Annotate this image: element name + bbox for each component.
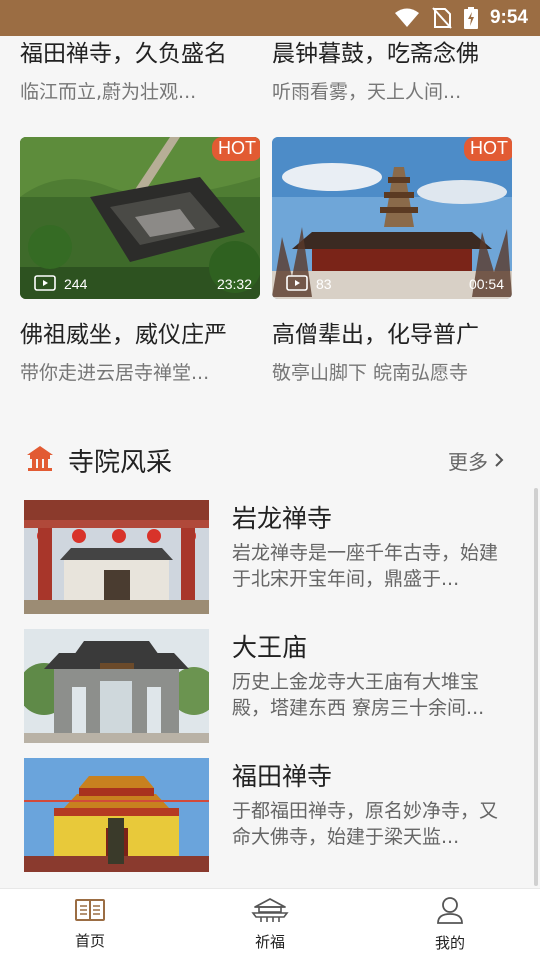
video-card[interactable]: 佛祖威坐，威仪庄严 带你走进云居寺禅堂... — [20, 319, 260, 387]
video-subtitle: 敬亭山脚下 皖南弘愿寺 — [272, 362, 469, 384]
bottom-tab-bar: 首页 祈福 我的 — [0, 888, 540, 960]
video-duration: 00:54 — [468, 276, 504, 292]
temple-image — [24, 629, 209, 743]
temple-image — [24, 500, 209, 614]
temple-image — [24, 758, 209, 872]
video-card[interactable]: 晨钟暮鼓，吃斋念佛 听雨看雾，天上人间... — [272, 38, 512, 106]
pray-temple-icon — [251, 897, 289, 927]
temple-description: 于都福田禅寺，原名妙净寺，又命大佛寺，始建于梁天监... — [232, 800, 499, 848]
temple-list-item[interactable]: 福田禅寺 于都福田禅寺，原名妙净寺，又命大佛寺，始建于梁天监... — [24, 758, 514, 872]
temple-list-item[interactable]: 岩龙禅寺 岩龙禅寺是一座千年古寺，始建于北宋开宝年间，鼎盛于... — [24, 500, 514, 614]
scroll-content[interactable]: 福田禅寺，久负盛名 临江而立,蔚为壮观... 晨钟暮鼓，吃斋念佛 听雨看雾，天上… — [0, 36, 540, 888]
no-sim-icon — [432, 7, 452, 29]
tab-label: 首页 — [74, 932, 105, 950]
video-subtitle: 听雨看雾，天上人间... — [272, 81, 462, 103]
hot-badge: HOT — [464, 137, 512, 161]
status-bar: 9:54 — [0, 0, 540, 36]
video-subtitle: 临江而立,蔚为壮观... — [20, 81, 197, 103]
temple-list-item[interactable]: 大王庙 历史上金龙寺大王庙有大堆宝殿，塔建东西 寮房三十余间... — [24, 629, 514, 743]
tab-label: 祈福 — [254, 933, 285, 951]
book-icon — [75, 898, 105, 926]
video-card[interactable]: 福田禅寺，久负盛名 临江而立,蔚为壮观... — [20, 38, 260, 106]
video-duration: 23:32 — [216, 276, 252, 292]
video-title: 高僧辈出，化导普广 — [272, 322, 479, 348]
section-header: 寺院风采 更多 — [0, 436, 540, 484]
battery-charging-icon — [463, 7, 478, 29]
view-count: 83 — [316, 276, 332, 292]
user-icon — [436, 896, 464, 928]
scrollbar[interactable] — [534, 488, 538, 886]
more-label: 更多 — [448, 450, 488, 474]
tab-pray[interactable]: 祈福 — [180, 889, 360, 960]
play-icon — [286, 274, 308, 294]
video-title: 晨钟暮鼓，吃斋念佛 — [272, 41, 479, 67]
temple-name: 大王庙 — [232, 633, 308, 662]
clock: 9:54 — [489, 7, 528, 28]
video-meta: 244 23:32 — [20, 269, 260, 299]
view-count: 244 — [64, 276, 88, 292]
play-icon — [34, 274, 56, 294]
tab-profile[interactable]: 我的 — [360, 889, 540, 960]
temple-description: 岩龙禅寺是一座千年古寺，始建于北宋开宝年间，鼎盛于... — [232, 542, 499, 590]
temple-name: 岩龙禅寺 — [232, 504, 333, 533]
temple-name: 福田禅寺 — [232, 762, 333, 791]
video-meta: 83 00:54 — [272, 269, 512, 299]
temple-icon — [26, 445, 54, 475]
video-subtitle: 带你走进云居寺禅堂... — [20, 362, 210, 384]
tab-label: 我的 — [434, 934, 465, 952]
video-thumbnail[interactable]: HOT 244 23:32 — [20, 137, 260, 299]
more-link[interactable]: 更多 — [448, 446, 504, 475]
chevron-right-icon — [494, 449, 504, 473]
video-thumbnail[interactable]: HOT 83 00:54 — [272, 137, 512, 299]
section-title: 寺院风采 — [68, 447, 173, 478]
wifi-icon — [394, 8, 420, 28]
temple-description: 历史上金龙寺大王庙有大堆宝殿，塔建东西 寮房三十余间... — [232, 671, 485, 719]
video-title: 佛祖威坐，威仪庄严 — [20, 322, 227, 348]
video-card[interactable]: 高僧辈出，化导普广 敬亭山脚下 皖南弘愿寺 — [272, 319, 512, 387]
hot-badge: HOT — [212, 137, 260, 161]
video-title: 福田禅寺，久负盛名 — [20, 41, 227, 67]
tab-home[interactable]: 首页 — [0, 889, 180, 960]
